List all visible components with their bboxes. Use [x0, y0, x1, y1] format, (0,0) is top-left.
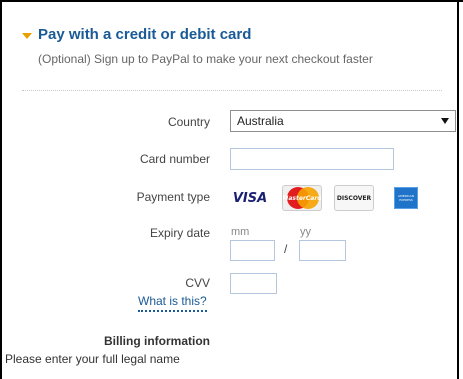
country-label: Country: [167, 115, 210, 129]
country-select[interactable]: Australia: [230, 110, 456, 132]
expiry-month-input[interactable]: [230, 240, 275, 261]
section-subtitle: (Optional) Sign up to PayPal to make you…: [38, 52, 373, 66]
card-number-label: Card number: [139, 152, 210, 166]
section-header[interactable]: Pay with a credit or debit card: [22, 26, 251, 43]
section-divider: [22, 90, 442, 91]
country-select-value: Australia: [237, 114, 284, 128]
chevron-down-icon: [441, 118, 449, 124]
frame-right-border: [457, 0, 459, 379]
cvv-input[interactable]: [230, 273, 277, 294]
expiry-separator: /: [284, 242, 288, 256]
section-title[interactable]: Pay with a credit or debit card: [38, 26, 251, 43]
amex-logo: AMERICAN EXPRESS: [386, 185, 426, 211]
checkout-frame: Pay with a credit or debit card (Optiona…: [0, 0, 463, 379]
mastercard-logo: MasterCard: [282, 185, 322, 211]
card-number-input[interactable]: [230, 148, 394, 170]
frame-top-border: [0, 0, 463, 2]
expiry-month-hint: mm: [231, 226, 250, 238]
expiry-year-input[interactable]: [299, 240, 346, 261]
expiry-date-label: Expiry date: [149, 226, 210, 240]
billing-heading: Billing information: [104, 334, 210, 348]
caret-down-icon[interactable]: [22, 32, 32, 39]
payment-type-logos: VISA MasterCard DISCOVER AMERICAN EXPRES…: [230, 185, 426, 211]
payment-type-label: Payment type: [136, 190, 210, 204]
cvv-label: CVV: [185, 276, 210, 290]
billing-note: Please enter your full legal name: [5, 352, 180, 366]
frame-left-border: [0, 0, 2, 379]
expiry-year-hint: yy: [300, 226, 311, 238]
discover-logo: DISCOVER: [334, 185, 374, 211]
cvv-help-link[interactable]: What is this?: [138, 294, 207, 312]
visa-logo: VISA: [230, 185, 270, 211]
